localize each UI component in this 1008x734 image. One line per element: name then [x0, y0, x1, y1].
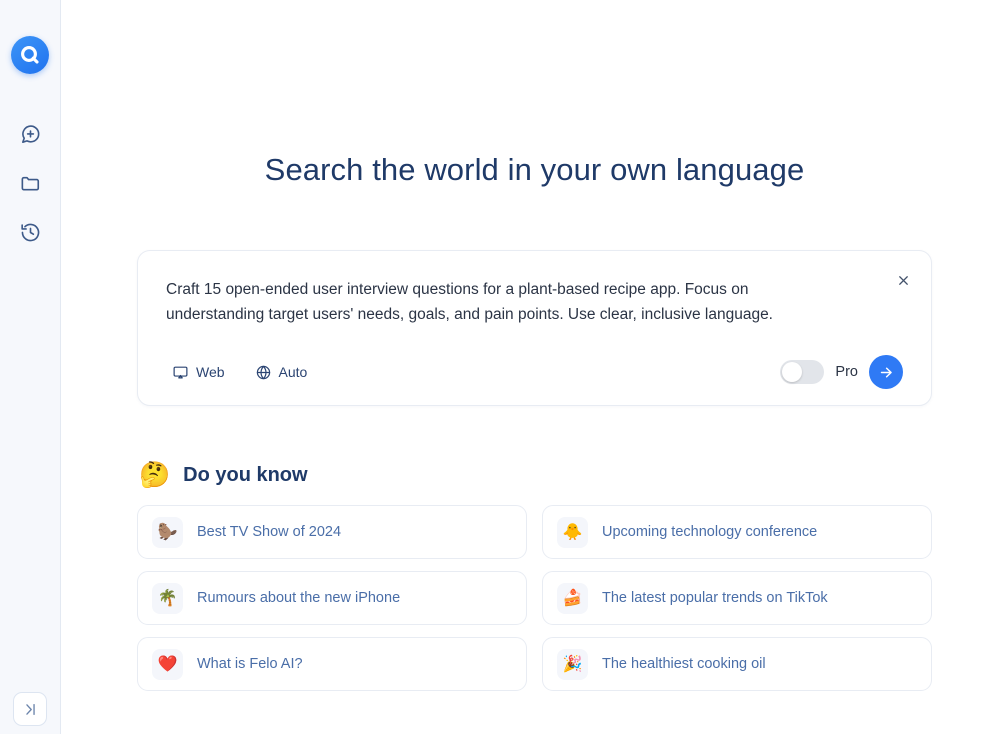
suggestion-label: Upcoming technology conference [602, 524, 818, 540]
close-icon [898, 275, 908, 285]
folder-icon [21, 176, 39, 191]
search-card[interactable]: Craft 15 open-ended user interview quest… [137, 250, 932, 406]
new-chat-icon [21, 124, 39, 143]
suggestion-emoji-icon: 🐥 [557, 516, 588, 548]
source-selector-web-label: Web [196, 364, 225, 380]
close-button[interactable] [892, 269, 914, 291]
page-title: Search the world in your own language [264, 152, 805, 187]
toolbar-right-group: Pro [780, 355, 903, 389]
suggestion-card[interactable]: ❤️ What is Felo AI? [137, 637, 527, 691]
app-root: Search the world in your own language Cr… [0, 0, 1008, 734]
web-screen-icon [173, 366, 188, 378]
history-icon [20, 223, 39, 241]
suggestion-label: What is Felo AI? [197, 656, 303, 672]
suggestion-label: Rumours about the new iPhone [197, 590, 401, 606]
sidebar-item-new-chat[interactable] [10, 114, 50, 154]
globe-icon [256, 365, 270, 379]
felo-logo[interactable] [11, 36, 49, 74]
thinking-face-icon: 🤔 [139, 461, 171, 489]
suggestion-emoji-icon: 🎉 [557, 648, 588, 680]
sidebar-item-collections[interactable] [10, 163, 50, 203]
suggestion-label: Best TV Show of 2024 [197, 524, 342, 540]
suggestion-label: The healthiest cooking oil [602, 656, 766, 672]
do-you-know-header: 🤔 Do you know [137, 463, 932, 488]
search-card-toolbar: Web Auto Pro [166, 355, 903, 389]
arrow-right-icon [880, 367, 892, 377]
expand-sidebar-button[interactable] [13, 692, 47, 726]
suggestion-card[interactable]: 🌴 Rumours about the new iPhone [137, 571, 527, 625]
suggestion-card[interactable]: 🍰 The latest popular trends on TikTok [542, 571, 932, 625]
pro-toggle-knob [782, 362, 803, 382]
pro-label: Pro [835, 364, 858, 380]
submit-button[interactable] [869, 355, 903, 389]
sidebar-item-history[interactable] [10, 212, 50, 252]
suggestion-emoji-icon: ❤️ [152, 648, 183, 680]
model-selector-auto-label: Auto [278, 364, 308, 380]
search-input[interactable]: Craft 15 open-ended user interview quest… [166, 277, 856, 327]
sidebar [0, 0, 61, 734]
suggestion-emoji-icon: 🍰 [557, 582, 588, 614]
do-you-know-title: Do you know [183, 464, 308, 486]
source-selector-web[interactable]: Web [166, 360, 231, 385]
suggestion-card[interactable]: 🐥 Upcoming technology conference [542, 505, 932, 559]
content-column: Search the world in your own language Cr… [137, 0, 932, 691]
suggestion-label: The latest popular trends on TikTok [602, 590, 828, 606]
suggestion-grid: 🦫 Best TV Show of 2024 🐥 Upcoming techno… [137, 505, 932, 691]
expand-sidebar-icon [25, 703, 35, 715]
main-area: Search the world in your own language Cr… [61, 0, 1008, 734]
suggestion-emoji-icon: 🦫 [152, 516, 183, 548]
suggestion-emoji-icon: 🌴 [152, 582, 183, 614]
model-selector-auto[interactable]: Auto [249, 360, 314, 385]
suggestion-card[interactable]: 🎉 The healthiest cooking oil [542, 637, 932, 691]
pro-toggle[interactable] [780, 360, 825, 384]
suggestion-card[interactable]: 🦫 Best TV Show of 2024 [137, 505, 527, 559]
